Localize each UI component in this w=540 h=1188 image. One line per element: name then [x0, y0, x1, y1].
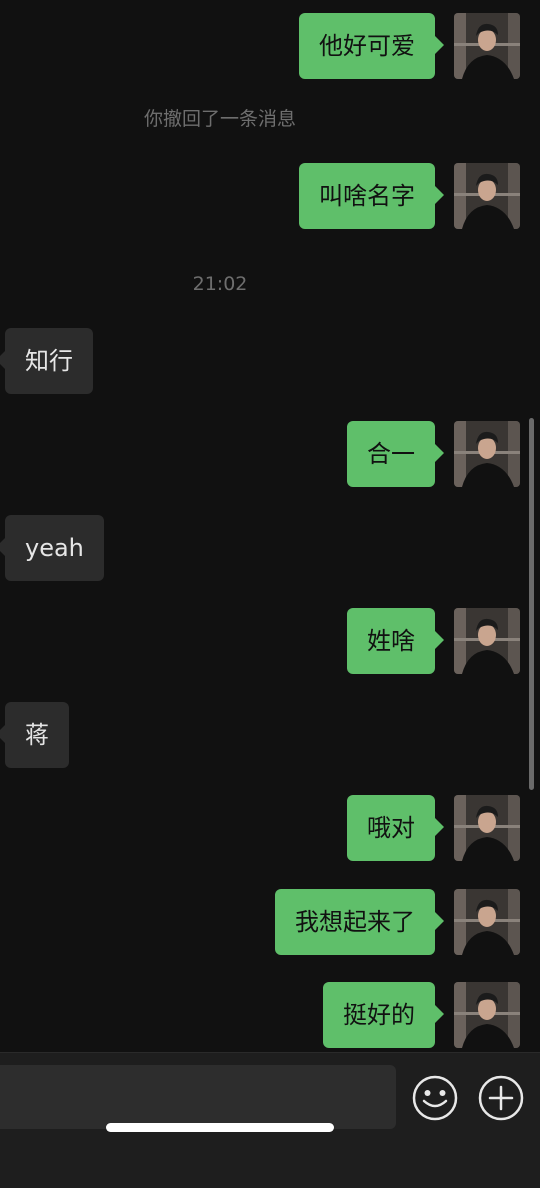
- avatar-photo-icon: [454, 889, 520, 955]
- message-row-received: 蒋: [0, 702, 540, 768]
- sent-message-bubble[interactable]: 叫啥名字: [299, 163, 444, 229]
- avatar[interactable]: [454, 982, 520, 1048]
- message-row-sent: 挺好的: [0, 982, 540, 1048]
- message-row-sent: 叫啥名字: [0, 163, 540, 229]
- received-message-bubble[interactable]: yeah: [0, 515, 104, 581]
- recall-notice: 你撤回了一条消息: [143, 108, 296, 130]
- message-row-received: yeah: [0, 515, 540, 581]
- avatar-photo-icon: [454, 163, 520, 229]
- scrollbar[interactable]: [529, 418, 534, 790]
- message-row-sent: 姓啥: [0, 608, 540, 674]
- home-indicator[interactable]: [106, 1123, 334, 1132]
- avatar-photo-icon: [454, 421, 520, 487]
- avatar[interactable]: [454, 795, 520, 861]
- sent-message-bubble[interactable]: 哦对: [347, 795, 444, 861]
- message-row-sent: 哦对: [0, 795, 540, 861]
- avatar-photo-icon: [454, 608, 520, 674]
- input-bar: [0, 1052, 540, 1188]
- emoji-icon: [412, 1075, 458, 1121]
- sent-message-bubble[interactable]: 我想起来了: [275, 889, 444, 955]
- sent-message-bubble[interactable]: 挺好的: [323, 982, 444, 1048]
- message-list[interactable]: 他好可爱 你撤回了一条消息 叫啥名字 21:02 知行 合一 yeah 姓啥 蒋…: [0, 0, 540, 1052]
- emoji-button[interactable]: [410, 1073, 460, 1123]
- message-row-sent: 合一: [0, 421, 540, 487]
- avatar[interactable]: [454, 421, 520, 487]
- avatar-photo-icon: [454, 982, 520, 1048]
- message-row-sent: 他好可爱: [0, 13, 540, 79]
- message-row-received: 知行: [0, 328, 540, 394]
- timestamp: 21:02: [192, 273, 248, 295]
- avatar[interactable]: [454, 163, 520, 229]
- received-message-bubble[interactable]: 知行: [0, 328, 93, 394]
- message-input[interactable]: [0, 1065, 396, 1129]
- received-message-bubble[interactable]: 蒋: [0, 702, 69, 768]
- sent-message-bubble[interactable]: 姓啥: [347, 608, 444, 674]
- avatar[interactable]: [454, 889, 520, 955]
- sent-message-bubble[interactable]: 他好可爱: [299, 13, 444, 79]
- avatar[interactable]: [454, 608, 520, 674]
- avatar[interactable]: [454, 13, 520, 79]
- message-row-sent: 我想起来了: [0, 889, 540, 955]
- sent-message-bubble[interactable]: 合一: [347, 421, 444, 487]
- more-button[interactable]: [476, 1073, 526, 1123]
- avatar-photo-icon: [454, 13, 520, 79]
- plus-icon: [478, 1075, 524, 1121]
- avatar-photo-icon: [454, 795, 520, 861]
